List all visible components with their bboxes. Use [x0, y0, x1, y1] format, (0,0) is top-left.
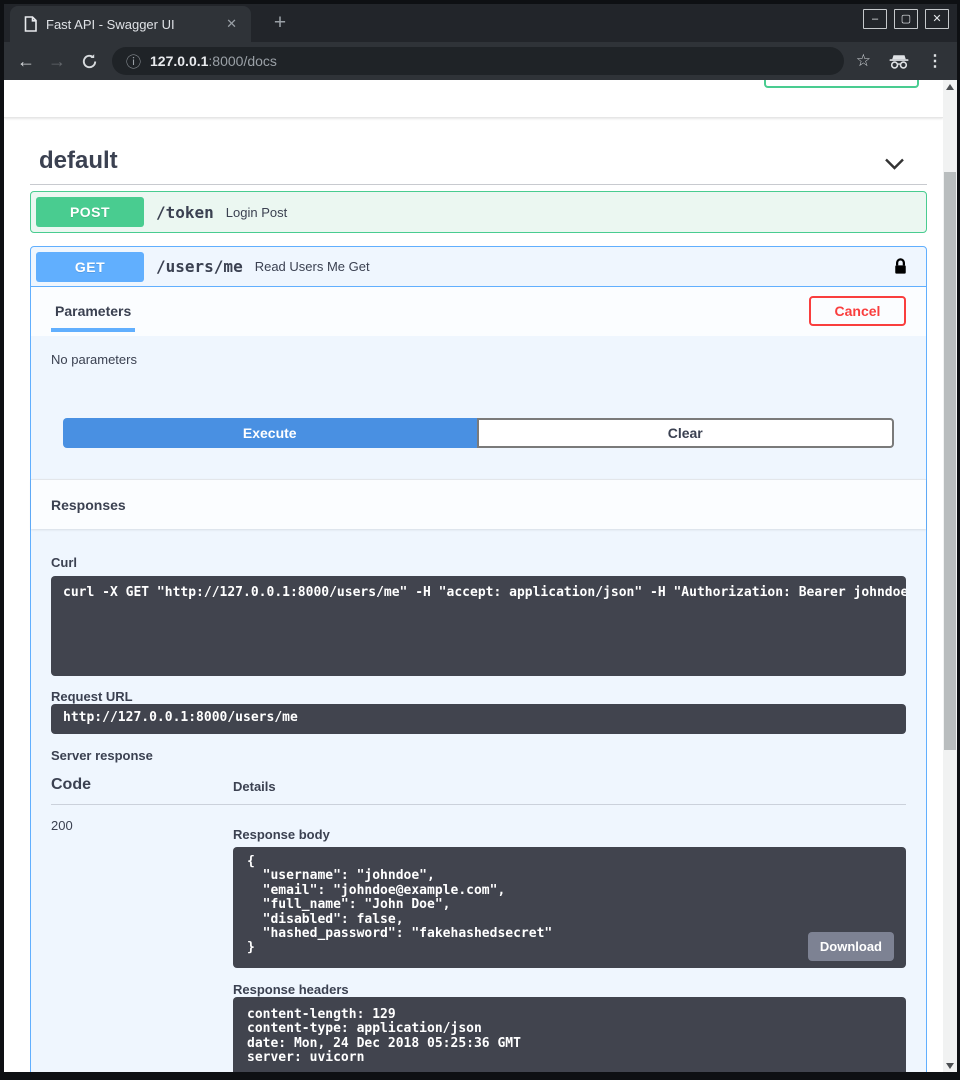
url-text: 127.0.0.1:8000/docs — [150, 53, 277, 69]
minimize-button[interactable]: – — [863, 9, 887, 29]
parameters-tab-header: Parameters Cancel — [31, 287, 926, 336]
curl-command: curl -X GET "http://127.0.0.1:8000/users… — [51, 576, 906, 676]
server-response-table: Code Details 200 Response body { "userna… — [51, 776, 906, 1072]
url-path: :8000/docs — [208, 53, 277, 69]
response-headers-value: content-length: 129 content-type: applic… — [233, 997, 906, 1072]
tab-strip: Fast API - Swagger UI ✕ + – ▢ ✕ — [4, 4, 957, 42]
scrollbar-up-arrow-icon[interactable] — [943, 80, 957, 94]
no-parameters-text: No parameters — [51, 352, 906, 367]
get-summary: Read Users Me Get — [255, 259, 370, 274]
responses-inner: Curl curl -X GET "http://127.0.0.1:8000/… — [31, 529, 926, 1072]
scheme-container — [4, 80, 943, 118]
get-path: /users/me — [156, 257, 243, 276]
browser-window: Fast API - Swagger UI ✕ + – ▢ ✕ ← → ⓘ 12… — [0, 0, 960, 1080]
status-code: 200 — [51, 818, 233, 1072]
back-icon[interactable]: ← — [17, 52, 35, 70]
tab-parameters[interactable]: Parameters — [51, 287, 135, 332]
responses-title: Responses — [51, 497, 126, 513]
download-button[interactable]: Download — [808, 932, 894, 961]
swagger-content: default POST /token Login Post — [4, 147, 943, 1072]
post-method-badge: POST — [36, 197, 144, 227]
get-method-badge: GET — [36, 252, 144, 282]
bookmark-star-icon[interactable]: ☆ — [856, 51, 871, 71]
execute-section: No parameters Execute Clear — [31, 336, 926, 479]
scrollbar-thumb[interactable] — [944, 172, 956, 750]
code-column-header: Code — [51, 776, 233, 794]
request-url-label: Request URL — [51, 689, 906, 704]
server-response-label: Server response — [51, 748, 906, 763]
authorize-button[interactable] — [764, 80, 919, 88]
response-body-json: { "username": "johndoe", "email": "johnd… — [233, 847, 906, 968]
tab-close-icon[interactable]: ✕ — [222, 14, 241, 34]
browser-toolbar: ← → ⓘ 127.0.0.1:8000/docs ☆ ⋮ — [4, 42, 957, 80]
opblock-get-header[interactable]: GET /users/me Read Users Me Get — [31, 247, 926, 287]
address-bar[interactable]: ⓘ 127.0.0.1:8000/docs — [112, 47, 844, 75]
lock-icon[interactable] — [893, 257, 908, 276]
execute-button[interactable]: Execute — [63, 418, 477, 448]
cancel-button[interactable]: Cancel — [809, 296, 906, 326]
post-path: /token — [156, 203, 214, 222]
details-column-header: Details — [233, 776, 276, 794]
clear-button[interactable]: Clear — [477, 418, 895, 448]
new-tab-button[interactable]: + — [266, 10, 294, 38]
browser-tab[interactable]: Fast API - Swagger UI ✕ — [10, 6, 251, 42]
page-scrollbar[interactable] — [943, 80, 957, 1072]
swagger-page: default POST /token Login Post — [4, 80, 943, 1072]
tag-section-header[interactable]: default — [30, 147, 927, 185]
tab-title: Fast API - Swagger UI — [46, 17, 222, 32]
close-button[interactable]: ✕ — [925, 9, 949, 29]
url-host: 127.0.0.1 — [150, 53, 208, 69]
scrollbar-down-arrow-icon[interactable] — [943, 1058, 957, 1072]
response-table-head: Code Details — [51, 776, 906, 805]
incognito-icon — [887, 54, 911, 69]
reload-icon[interactable] — [81, 53, 98, 70]
tag-title: default — [39, 147, 118, 175]
chevron-down-icon[interactable] — [884, 158, 905, 170]
response-table-row: 200 Response body { "username": "johndoe… — [51, 805, 906, 1072]
response-body-wrap: { "username": "johndoe", "email": "johnd… — [233, 847, 906, 968]
opblock-get-users-me: GET /users/me Read Users Me Get Paramete… — [30, 246, 927, 1072]
page-favicon-icon — [24, 16, 37, 32]
page-viewport: default POST /token Login Post — [4, 80, 957, 1072]
response-detail-cell: Response body { "username": "johndoe", "… — [233, 818, 906, 1072]
window-controls: – ▢ ✕ — [863, 9, 949, 29]
forward-icon[interactable]: → — [48, 52, 66, 70]
opblock-post-token: POST /token Login Post — [30, 191, 927, 233]
opblock-post-header[interactable]: POST /token Login Post — [31, 192, 926, 232]
curl-label: Curl — [51, 555, 906, 570]
responses-header: Responses — [31, 479, 926, 529]
response-body-label: Response body — [233, 827, 906, 842]
maximize-button[interactable]: ▢ — [894, 9, 918, 29]
response-headers-label: Response headers — [233, 982, 906, 997]
execute-row: Execute Clear — [51, 418, 906, 448]
post-summary: Login Post — [226, 205, 287, 220]
menu-dots-icon[interactable]: ⋮ — [927, 51, 943, 71]
site-info-icon[interactable]: ⓘ — [126, 51, 141, 72]
request-url-value: http://127.0.0.1:8000/users/me — [51, 704, 906, 734]
